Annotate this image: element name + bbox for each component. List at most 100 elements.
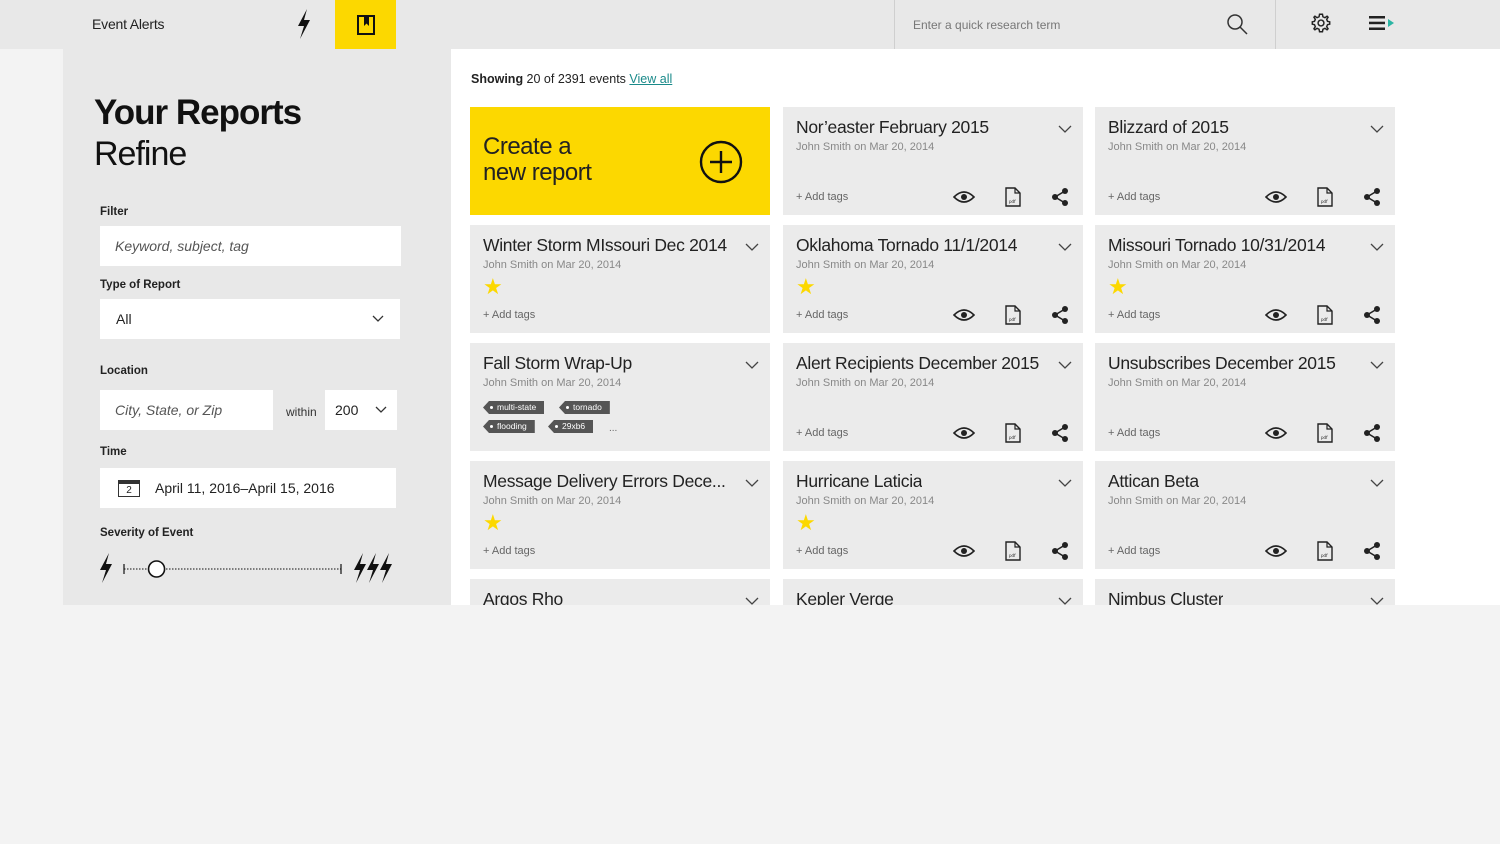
- chevron-down-icon[interactable]: [1057, 121, 1073, 137]
- severity-track[interactable]: [123, 560, 343, 578]
- share-report-button[interactable]: [1048, 303, 1072, 327]
- share-report-button[interactable]: [1048, 539, 1072, 563]
- chevron-down-icon[interactable]: [1057, 593, 1073, 605]
- pdf-report-button[interactable]: pdf: [1313, 185, 1337, 209]
- chevron-down-icon[interactable]: [1369, 593, 1385, 605]
- chevron-down-icon[interactable]: [1057, 357, 1073, 373]
- view-report-button[interactable]: [1264, 185, 1288, 209]
- add-tags-link[interactable]: + Add tags: [483, 309, 535, 321]
- date-range-picker[interactable]: 2 April 11, 2016–April 15, 2016: [100, 468, 396, 508]
- view-report-button[interactable]: [952, 421, 976, 445]
- report-card[interactable]: Oklahoma Tornado 11/1/2014 John Smith on …: [783, 225, 1083, 333]
- report-title[interactable]: Hurricane Laticia: [796, 471, 922, 492]
- add-tags-link[interactable]: + Add tags: [1108, 545, 1160, 557]
- report-card[interactable]: Nimbus Cluster: [1095, 579, 1395, 605]
- report-title[interactable]: Unsubscribes December 2015: [1108, 353, 1336, 374]
- view-report-button[interactable]: [1264, 303, 1288, 327]
- tag-chip[interactable]: 29xb6: [548, 420, 594, 433]
- star-icon[interactable]: ★: [1108, 276, 1128, 298]
- report-card[interactable]: Blizzard of 2015 John Smith on Mar 20, 20…: [1095, 107, 1395, 215]
- chevron-down-icon[interactable]: [744, 357, 760, 373]
- report-card[interactable]: Nor’easter February 2015 John Smith on Ma…: [783, 107, 1083, 215]
- report-title[interactable]: Oklahoma Tornado 11/1/2014: [796, 235, 1017, 256]
- chevron-down-icon[interactable]: [1369, 475, 1385, 491]
- report-card[interactable]: Message Delivery Errors Dece... John Smit…: [470, 461, 770, 569]
- tag-chip[interactable]: tornado: [559, 401, 610, 414]
- chevron-down-icon[interactable]: [1369, 357, 1385, 373]
- report-title[interactable]: Attican Beta: [1108, 471, 1199, 492]
- chevron-down-icon[interactable]: [1057, 239, 1073, 255]
- star-icon[interactable]: ★: [796, 512, 816, 534]
- search-icon[interactable]: [1225, 12, 1249, 36]
- share-report-button[interactable]: [1360, 539, 1384, 563]
- chevron-down-icon[interactable]: [1369, 239, 1385, 255]
- add-tags-link[interactable]: + Add tags: [483, 545, 535, 557]
- report-card[interactable]: Fall Storm Wrap-Up John Smith on Mar 20, …: [470, 343, 770, 451]
- pdf-report-button[interactable]: pdf: [1313, 421, 1337, 445]
- distance-select[interactable]: 200: [325, 390, 397, 430]
- share-report-button[interactable]: [1048, 421, 1072, 445]
- report-card[interactable]: Attican Beta John Smith on Mar 20, 2014 + …: [1095, 461, 1395, 569]
- pdf-report-button[interactable]: pdf: [1001, 303, 1025, 327]
- tag-chip[interactable]: flooding: [483, 420, 535, 433]
- view-report-button[interactable]: [952, 185, 976, 209]
- view-report-button[interactable]: [1264, 539, 1288, 563]
- chevron-down-icon[interactable]: [744, 593, 760, 605]
- add-tags-link[interactable]: + Add tags: [1108, 309, 1160, 321]
- pdf-report-button[interactable]: pdf: [1001, 421, 1025, 445]
- add-tags-link[interactable]: + Add tags: [796, 427, 848, 439]
- share-report-button[interactable]: [1360, 303, 1384, 327]
- share-report-button[interactable]: [1048, 185, 1072, 209]
- share-report-button[interactable]: [1360, 185, 1384, 209]
- report-card[interactable]: Winter Storm MIssouri Dec 2014 John Smith…: [470, 225, 770, 333]
- report-title[interactable]: Kepler Verge: [796, 589, 894, 605]
- report-card[interactable]: Alert Recipients December 2015 John Smith…: [783, 343, 1083, 451]
- star-icon[interactable]: ★: [483, 512, 503, 534]
- pdf-report-button[interactable]: pdf: [1001, 185, 1025, 209]
- reports-button[interactable]: [335, 0, 396, 49]
- more-tags[interactable]: ...: [609, 423, 617, 434]
- report-title[interactable]: Argos Rho: [483, 589, 563, 605]
- pdf-report-button[interactable]: pdf: [1313, 303, 1337, 327]
- report-title[interactable]: Winter Storm MIssouri Dec 2014: [483, 235, 727, 256]
- report-title[interactable]: Blizzard of 2015: [1108, 117, 1229, 138]
- share-report-button[interactable]: [1360, 421, 1384, 445]
- report-card[interactable]: Argos Rho: [470, 579, 770, 605]
- severity-slider-handle[interactable]: [147, 560, 166, 578]
- chevron-down-icon[interactable]: [744, 475, 760, 491]
- search-input[interactable]: [913, 14, 1213, 36]
- add-tags-link[interactable]: + Add tags: [1108, 427, 1160, 439]
- report-title[interactable]: Alert Recipients December 2015: [796, 353, 1039, 374]
- report-title[interactable]: Missouri Tornado 10/31/2014: [1108, 235, 1325, 256]
- report-title[interactable]: Fall Storm Wrap-Up: [483, 353, 632, 374]
- view-all-link[interactable]: View all: [629, 72, 672, 86]
- chevron-down-icon[interactable]: [744, 239, 760, 255]
- view-report-button[interactable]: [952, 303, 976, 327]
- report-card[interactable]: Missouri Tornado 10/31/2014 John Smith on…: [1095, 225, 1395, 333]
- chevron-down-icon[interactable]: [1369, 121, 1385, 137]
- location-input[interactable]: [100, 390, 273, 430]
- alerts-button[interactable]: [286, 6, 322, 42]
- severity-slider[interactable]: [98, 552, 398, 586]
- report-card[interactable]: Unsubscribes December 2015 John Smith on …: [1095, 343, 1395, 451]
- view-report-button[interactable]: [1264, 421, 1288, 445]
- chevron-down-icon[interactable]: [1057, 475, 1073, 491]
- add-tags-link[interactable]: + Add tags: [796, 191, 848, 203]
- star-icon[interactable]: ★: [483, 276, 503, 298]
- pdf-report-button[interactable]: pdf: [1313, 539, 1337, 563]
- report-card[interactable]: Hurricane Laticia John Smith on Mar 20, 2…: [783, 461, 1083, 569]
- settings-button[interactable]: [1306, 8, 1336, 38]
- report-title[interactable]: Nor’easter February 2015: [796, 117, 989, 138]
- add-tags-link[interactable]: + Add tags: [796, 309, 848, 321]
- tag-chip[interactable]: multi-state: [483, 401, 545, 414]
- type-select[interactable]: All: [100, 299, 400, 339]
- star-icon[interactable]: ★: [796, 276, 816, 298]
- report-title[interactable]: Message Delivery Errors Dece...: [483, 471, 726, 492]
- pdf-report-button[interactable]: pdf: [1001, 539, 1025, 563]
- add-tags-link[interactable]: + Add tags: [1108, 191, 1160, 203]
- filter-input[interactable]: [100, 226, 401, 266]
- report-title[interactable]: Nimbus Cluster: [1108, 589, 1223, 605]
- menu-button[interactable]: [1366, 10, 1400, 36]
- create-report-card[interactable]: Create a new report: [470, 107, 770, 215]
- report-card[interactable]: Kepler Verge: [783, 579, 1083, 605]
